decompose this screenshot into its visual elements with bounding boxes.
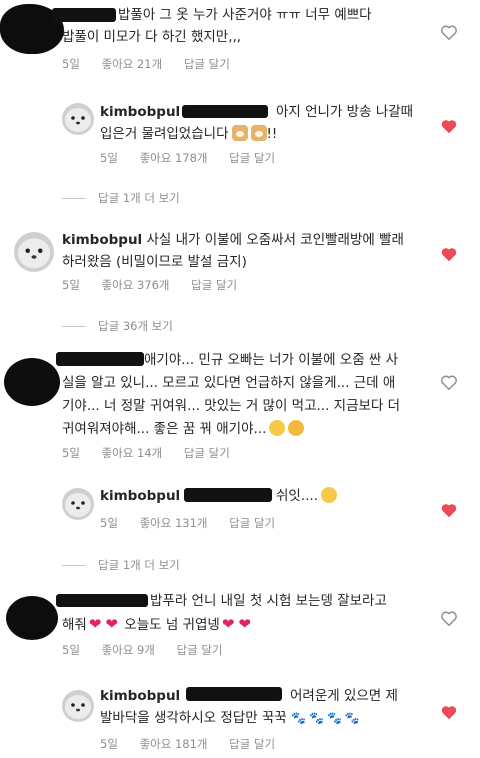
likes-count[interactable]: 좋아요 9개 — [102, 643, 155, 657]
likes-count[interactable]: 좋아요 181개 — [140, 737, 208, 751]
heart-filled-icon[interactable] — [440, 118, 458, 134]
reply-text-line: kimbobpul — [100, 102, 180, 122]
reply-text-line: 발바닥을 생각하시오 정답만 꾹꾹 🐾🐾🐾🐾 — [100, 710, 363, 726]
comment-time: 5일 — [100, 516, 118, 530]
view-replies-button[interactable]: 답글 1개 더 보기 — [62, 557, 180, 573]
comment-text-line: 밥푸라 언니 내일 첫 시험 보는뎅 잘보라고 — [150, 593, 387, 609]
reply-meta: 5일 좋아요 181개 답글 달기 — [100, 736, 293, 752]
redacted-mention — [186, 687, 282, 701]
comment-text-line: 실을 알고 있니... 모르고 있다면 언급하지 않을게... 근데 애 — [62, 375, 396, 391]
red-heart-emoji: ❤ — [238, 615, 251, 633]
likes-count[interactable]: 좋아요 21개 — [102, 57, 163, 71]
comment-text-line: kimbobpul 사실 내가 이불에 오줌싸서 코인빨래방에 빨래 — [62, 232, 404, 248]
reply-button[interactable]: 답글 달기 — [184, 57, 230, 71]
reply-button[interactable]: 답글 달기 — [191, 278, 237, 292]
comment-meta: 5일 좋아요 9개 답글 달기 — [62, 642, 241, 658]
comment-time: 5일 — [62, 643, 80, 657]
seal-avatar-icon — [62, 103, 94, 135]
redacted-username — [56, 594, 148, 607]
comment-time: 5일 — [100, 737, 118, 751]
heart-outline-icon[interactable] — [440, 24, 458, 40]
heart-filled-icon[interactable] — [440, 704, 458, 720]
divider-line — [62, 197, 86, 199]
smiling-face-with-hearts-emoji — [288, 420, 305, 436]
reply-button[interactable]: 답글 달기 — [184, 446, 230, 460]
comment-time: 5일 — [62, 278, 80, 292]
comment-meta: 5일 좋아요 376개 답글 달기 — [62, 277, 255, 293]
shushing-face-emoji — [321, 487, 338, 503]
username[interactable]: kimbobpul — [100, 488, 180, 504]
reply-text-line: kimbobpul — [100, 486, 180, 506]
divider-line — [62, 564, 86, 566]
comment-text-line: 밥풀아 그 옷 누가 사준거야 ㅠㅠ 너무 예쁘다 — [118, 7, 372, 23]
paw-prints-emoji: 🐾🐾🐾🐾 — [291, 711, 363, 725]
view-replies-button[interactable]: 답글 1개 더 보기 — [62, 190, 180, 206]
comment-meta: 5일 좋아요 14개 답글 달기 — [62, 445, 248, 461]
heart-outline-icon[interactable] — [440, 374, 458, 390]
likes-count[interactable]: 좋아요 14개 — [102, 446, 163, 460]
comment-text-line: 밥풀이 미모가 다 하긴 했지만,,, — [62, 29, 242, 45]
reply-button[interactable]: 답글 달기 — [229, 737, 275, 751]
username[interactable]: kimbobpul — [100, 104, 180, 120]
avatar[interactable] — [62, 103, 94, 135]
redacted-mention — [184, 488, 272, 502]
comment-time: 5일 — [62, 446, 80, 460]
reply-meta: 5일 좋아요 178개 답글 달기 — [100, 150, 293, 166]
comment-text-line: 기야... 너 정말 귀여워... 맛있는 거 많이 먹고... 지금보다 더 — [62, 398, 401, 414]
heart-outline-icon[interactable] — [440, 610, 458, 626]
redacted-mention — [182, 105, 268, 118]
reply-button[interactable]: 답글 달기 — [229, 516, 275, 530]
redacted-avatar — [6, 596, 58, 640]
redacted-avatar — [4, 358, 60, 406]
username[interactable]: kimbobpul — [62, 232, 142, 248]
heart-filled-icon[interactable] — [440, 246, 458, 262]
dog-face-emoji — [231, 125, 248, 141]
seal-avatar-icon — [62, 690, 94, 722]
reply-text-line: 어려운게 있으면 제 — [290, 688, 398, 704]
red-heart-emoji: ❤ — [105, 615, 118, 633]
divider-line — [62, 325, 86, 327]
comment-text-line: 애기야... 민규 오빠는 너가 이불에 오줌 싼 사 — [144, 352, 399, 368]
avatar[interactable] — [62, 690, 94, 722]
reply-button[interactable]: 답글 달기 — [177, 643, 223, 657]
heart-filled-icon[interactable] — [440, 502, 458, 518]
avatar[interactable] — [14, 232, 54, 272]
dog-face-emoji — [250, 125, 267, 141]
comment-text-line: 하러왔음 (비밀이므로 발설 금지) — [62, 254, 247, 270]
reply-text-line: 아지 언니가 방송 나갈때 — [276, 104, 414, 120]
red-heart-emoji: ❤ — [88, 615, 102, 633]
comment-text-line: 해줘 ❤ ❤ 오늘도 넘 귀엽넹 ❤ ❤ — [62, 615, 251, 633]
comment-text-line: 귀여워져야해... 좋은 꿈 꿔 애기야... — [62, 419, 305, 439]
comment-time: 5일 — [62, 57, 80, 71]
likes-count[interactable]: 좋아요 376개 — [102, 278, 170, 292]
likes-count[interactable]: 좋아요 178개 — [140, 151, 208, 165]
reply-text-line: 입은거 물려입었습니다!! — [100, 125, 278, 142]
view-replies-button[interactable]: 답글 36개 보기 — [62, 318, 173, 334]
comment-meta: 5일 좋아요 21개 답글 달기 — [62, 56, 248, 72]
redacted-username — [56, 352, 144, 366]
reply-meta: 5일 좋아요 131개 답글 달기 — [100, 515, 293, 531]
seal-avatar-icon — [62, 488, 94, 520]
username[interactable]: kimbobpul — [100, 688, 180, 704]
reply-button[interactable]: 답글 달기 — [229, 151, 275, 165]
seal-avatar-icon — [14, 232, 54, 272]
crying-face-emoji — [269, 420, 286, 436]
comment-time: 5일 — [100, 151, 118, 165]
reply-text-line: 쉬잇.... — [276, 486, 338, 506]
redacted-username — [52, 8, 116, 22]
avatar[interactable] — [62, 488, 94, 520]
likes-count[interactable]: 좋아요 131개 — [140, 516, 208, 530]
reply-text-line: kimbobpul — [100, 686, 180, 706]
red-heart-emoji: ❤ — [221, 615, 235, 633]
